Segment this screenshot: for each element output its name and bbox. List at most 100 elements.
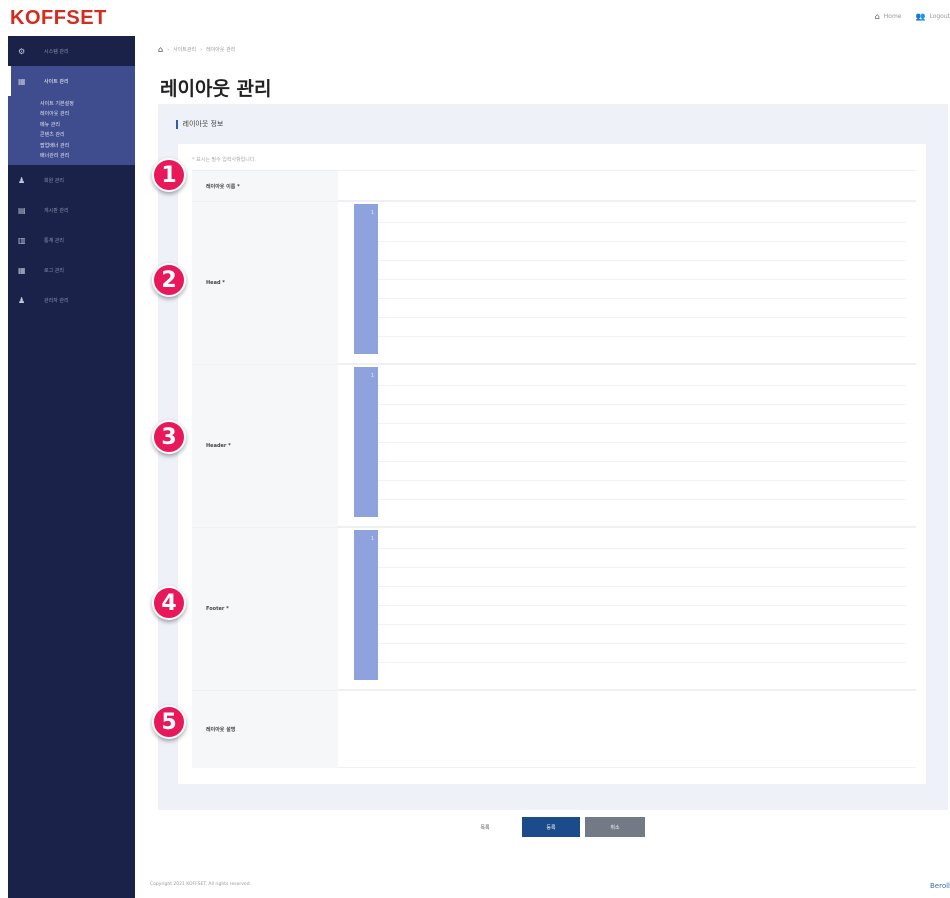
top-bar: KOFFSET ⌂ Home 👥 Logout <box>0 0 950 36</box>
home-link[interactable]: ⌂ Home <box>875 12 902 21</box>
editor-line <box>378 424 906 443</box>
form-row-description: 레이아웃 설명 <box>192 690 916 768</box>
sidebar-item-label: 게시판 관리 <box>44 207 69 214</box>
sidebar-item-label: 통계 관리 <box>44 237 64 244</box>
header-code-editor[interactable]: 1 <box>338 365 916 527</box>
layout-icon: ▦ <box>18 76 26 86</box>
editor-gutter: 1 <box>354 530 378 680</box>
editor-line <box>378 367 906 386</box>
annotation-badge: 1 <box>152 158 186 192</box>
form-row-layout-name: 레이아웃 이름 * <box>192 170 916 201</box>
sidebar-subitem[interactable]: 레이아웃 관리 <box>8 109 135 120</box>
field-label: 레이아웃 설명 <box>192 691 338 768</box>
log-icon: ▦ <box>18 265 26 275</box>
list-button[interactable]: 목록 <box>455 817 515 837</box>
sidebar-item-system[interactable]: ⚙ 시스템 관리 <box>8 36 135 66</box>
editor-line <box>378 549 906 568</box>
editor-line <box>378 280 906 299</box>
editor-line <box>378 242 906 261</box>
editor-lines <box>378 530 906 663</box>
user-icon: 👥 <box>915 12 926 21</box>
page-title: 레이아웃 관리 <box>160 78 272 100</box>
annotation-badge: 3 <box>152 420 186 454</box>
required-note: * 표시는 필수 입력사항입니다. <box>192 157 257 163</box>
logo[interactable]: KOFFSET <box>10 7 107 30</box>
editor-line <box>378 386 906 405</box>
layout-name-input[interactable] <box>338 171 916 201</box>
editor-line <box>378 299 906 318</box>
sidebar-item-label: 사이트 관리 <box>44 78 69 85</box>
admin-icon: ♟ <box>18 295 26 305</box>
line-number: 1 <box>370 373 374 379</box>
save-button[interactable]: 등록 <box>522 817 580 837</box>
sidebar-item-admins[interactable]: ♟ 관리자 관리 <box>8 285 135 315</box>
section-title-bar <box>176 119 178 129</box>
button-row: 목록 등록 취소 <box>0 817 950 837</box>
sidebar-item-label: 시스템 관리 <box>44 48 69 55</box>
breadcrumb-item: 레이아웃 관리 <box>206 47 236 53</box>
sidebar-subitem[interactable]: 배너관리 관리 <box>8 151 135 162</box>
editor-gutter: 1 <box>354 367 378 517</box>
line-number: 1 <box>370 210 374 216</box>
editor-line <box>378 405 906 424</box>
footer-code-editor[interactable]: 1 <box>338 528 916 690</box>
annotation-badge: 4 <box>152 586 186 620</box>
editor-line <box>378 462 906 481</box>
form-card: * 표시는 필수 입력사항입니다. 레이아웃 이름 * Head * 1 Hea… <box>178 144 926 784</box>
stats-icon: ▥ <box>18 235 26 245</box>
layout-description-textarea[interactable] <box>338 691 916 768</box>
field-label: Header * <box>192 365 338 527</box>
brand-logo: Beroll <box>929 882 950 890</box>
sidebar-item-site[interactable]: ▦ 사이트 관리 <box>8 66 135 96</box>
line-number: 1 <box>370 536 374 542</box>
sidebar-item-members[interactable]: ♟ 회원 관리 <box>8 165 135 195</box>
copyright: Copyright 2021 KOFFSET. All rights reser… <box>150 882 251 887</box>
editor-lines <box>378 204 906 337</box>
sidebar-item-stats[interactable]: ▥ 통계 관리 <box>8 225 135 255</box>
logout-link[interactable]: 👥 Logout <box>915 12 950 21</box>
field-label: Head * <box>192 202 338 364</box>
editor-line <box>378 625 906 644</box>
editor-line <box>378 568 906 587</box>
editor-line <box>378 443 906 462</box>
head-code-editor[interactable]: 1 <box>338 202 916 364</box>
editor-line <box>378 261 906 280</box>
editor-line <box>378 223 906 242</box>
editor-gutter: 1 <box>354 204 378 354</box>
home-icon: ⌂ <box>874 12 880 21</box>
breadcrumb-separator: › <box>200 46 203 53</box>
editor-line <box>378 530 906 549</box>
breadcrumb-separator: › <box>167 46 170 53</box>
people-icon: ♟ <box>18 175 26 185</box>
sidebar-subitem[interactable]: 팝업배너 관리 <box>8 140 135 151</box>
cancel-button[interactable]: 취소 <box>585 817 645 837</box>
sidebar-subitem[interactable]: 사이트 기본설정 <box>8 98 135 109</box>
form-row-header: Header * 1 <box>192 364 916 527</box>
sidebar-item-logs[interactable]: ▦ 로그 관리 <box>8 255 135 285</box>
editor-line <box>378 318 906 337</box>
sidebar-subitem[interactable]: 메뉴 관리 <box>8 119 135 130</box>
sidebar-item-label: 관리자 관리 <box>44 297 69 304</box>
editor-line <box>378 204 906 223</box>
field-label: 레이아웃 이름 * <box>192 171 338 201</box>
editor-line <box>378 481 906 500</box>
section-title: 레이아웃 정보 <box>176 119 223 129</box>
sidebar-item-board[interactable]: ▤ 게시판 관리 <box>8 195 135 225</box>
editor-line <box>378 606 906 625</box>
sidebar: ⚙ 시스템 관리 ▦ 사이트 관리 사이트 기본설정 레이아웃 관리 메뉴 관리… <box>8 36 135 898</box>
sidebar-subitem[interactable]: 콘텐츠 관리 <box>8 130 135 141</box>
sidebar-submenu: 사이트 기본설정 레이아웃 관리 메뉴 관리 콘텐츠 관리 팝업배너 관리 배너… <box>8 96 135 165</box>
editor-lines <box>378 367 906 500</box>
home-icon[interactable]: ⌂ <box>158 45 163 54</box>
form-row-head: Head * 1 <box>192 201 916 364</box>
logout-link-label: Logout <box>929 13 950 20</box>
annotation-badge: 5 <box>152 705 186 739</box>
sidebar-item-label: 회원 관리 <box>44 177 64 184</box>
annotation-badge: 2 <box>152 263 186 297</box>
section-title-text: 레이아웃 정보 <box>182 120 224 128</box>
breadcrumb-item[interactable]: 사이트관리 <box>173 46 196 53</box>
form-row-footer: Footer * 1 <box>192 527 916 690</box>
sidebar-item-label: 로그 관리 <box>44 267 64 274</box>
editor-line <box>378 644 906 663</box>
editor-line <box>378 587 906 606</box>
